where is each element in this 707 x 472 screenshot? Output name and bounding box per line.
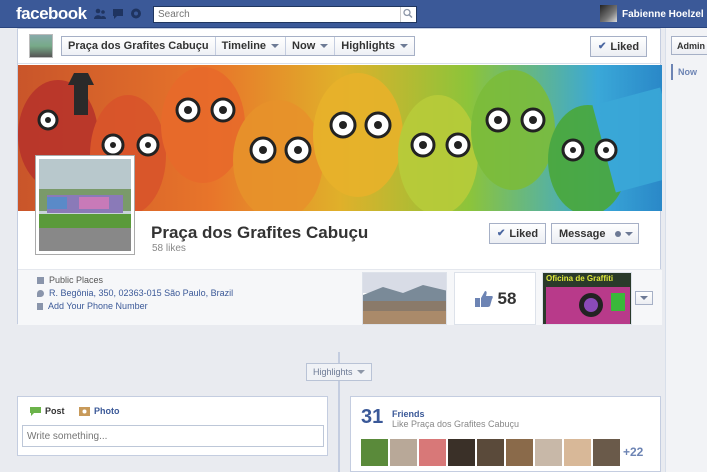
tab-post[interactable]: Post bbox=[30, 406, 65, 416]
phone-icon bbox=[37, 302, 43, 310]
checkmark-icon: ✔ bbox=[598, 41, 607, 52]
more-tiles-button[interactable] bbox=[635, 291, 653, 305]
friend-requests-icon[interactable] bbox=[94, 8, 106, 19]
crumb-page-name[interactable]: Praça dos Grafites Cabuçu bbox=[62, 37, 216, 55]
friend-avatar[interactable] bbox=[361, 439, 388, 466]
page-header-card: Praça dos Grafites Cabuçu Timeline Now H… bbox=[17, 28, 662, 325]
highlights-dropdown[interactable]: Highlights bbox=[306, 363, 372, 381]
friend-avatar[interactable] bbox=[506, 439, 533, 466]
notifications-icon[interactable] bbox=[130, 8, 142, 19]
tab-photo[interactable]: Photo bbox=[79, 406, 120, 416]
liked-button[interactable]: ✔ Liked bbox=[489, 223, 547, 244]
likes-tile[interactable]: 58 bbox=[454, 272, 536, 325]
page-like-count: 58 likes bbox=[152, 243, 186, 254]
photo-icon bbox=[79, 406, 90, 416]
friend-avatar[interactable] bbox=[419, 439, 446, 466]
friend-avatar[interactable] bbox=[448, 439, 475, 466]
friends-subtitle: Like Praça dos Grafites Cabuçu bbox=[392, 419, 520, 429]
friends-box: 31 Friends Like Praça dos Grafites Cabuç… bbox=[350, 396, 661, 472]
chevron-down-icon bbox=[271, 44, 280, 48]
write-something-input[interactable] bbox=[22, 425, 324, 447]
likes-tile-count: 58 bbox=[497, 288, 517, 308]
photos-tile[interactable] bbox=[362, 272, 447, 325]
map-pin-icon bbox=[37, 289, 44, 297]
breadcrumb: Praça dos Grafites Cabuçu Timeline Now H… bbox=[61, 36, 416, 56]
admin-panel-button[interactable]: Admin bbox=[671, 36, 707, 55]
profile-photo-image bbox=[39, 159, 131, 251]
search-button[interactable] bbox=[400, 7, 416, 22]
crumb-highlights[interactable]: Highlights bbox=[335, 37, 414, 55]
status-icon bbox=[30, 406, 41, 416]
top-navigation-bar: facebook Fabienne Hoelzel bbox=[0, 0, 707, 28]
post-composer: Post Photo bbox=[17, 396, 328, 456]
crumb-now[interactable]: Now bbox=[286, 37, 336, 55]
chevron-down-icon bbox=[625, 231, 634, 236]
more-friends-link[interactable]: +22 bbox=[623, 445, 643, 459]
timeline-nav-now[interactable]: Now bbox=[671, 64, 697, 80]
liked-button-top[interactable]: ✔ Liked bbox=[590, 36, 648, 57]
friend-avatar[interactable] bbox=[535, 439, 562, 466]
tag-icon bbox=[37, 276, 44, 284]
profile-picture[interactable] bbox=[35, 155, 135, 255]
search-input[interactable] bbox=[154, 7, 394, 22]
landscape-photo bbox=[363, 273, 446, 324]
page-thumbnail[interactable] bbox=[29, 34, 53, 58]
page-navigation-bar: Praça dos Grafites Cabuçu Timeline Now H… bbox=[18, 29, 662, 64]
friend-avatar[interactable] bbox=[564, 439, 591, 466]
chevron-down-icon bbox=[320, 44, 329, 48]
chevron-down-icon bbox=[356, 370, 365, 374]
gear-icon bbox=[615, 230, 622, 237]
facebook-logo[interactable]: facebook bbox=[16, 4, 87, 24]
chevron-down-icon bbox=[640, 296, 648, 300]
checkmark-icon: ✔ bbox=[497, 228, 506, 239]
page-title: Praça dos Grafites Cabuçu bbox=[151, 223, 369, 242]
thumbs-up-icon bbox=[474, 290, 493, 307]
user-avatar[interactable] bbox=[600, 5, 617, 22]
admin-rail: Admin Now bbox=[665, 28, 707, 472]
messages-icon[interactable] bbox=[112, 8, 124, 19]
friends-title-link[interactable]: Friends bbox=[392, 409, 425, 419]
friend-avatar[interactable] bbox=[390, 439, 417, 466]
add-phone-link[interactable]: Add Your Phone Number bbox=[37, 301, 148, 311]
friend-avatar[interactable] bbox=[593, 439, 620, 466]
address-line[interactable]: R. Begônia, 350, 02363-015 São Paulo, Br… bbox=[37, 288, 233, 298]
search-box bbox=[153, 6, 417, 23]
app-tile[interactable]: Oficina de Graffiti bbox=[542, 272, 632, 325]
friends-count: 31 bbox=[361, 406, 384, 428]
category-line: Public Places bbox=[37, 275, 103, 285]
user-name-link[interactable]: Fabienne Hoelzel bbox=[622, 9, 704, 20]
search-icon bbox=[403, 8, 413, 19]
friend-avatar[interactable] bbox=[477, 439, 504, 466]
message-button[interactable]: Message bbox=[551, 223, 640, 244]
chevron-down-icon bbox=[400, 44, 409, 48]
app-tile-title: Oficina de Graffiti bbox=[546, 274, 614, 283]
crumb-timeline[interactable]: Timeline bbox=[216, 37, 287, 55]
